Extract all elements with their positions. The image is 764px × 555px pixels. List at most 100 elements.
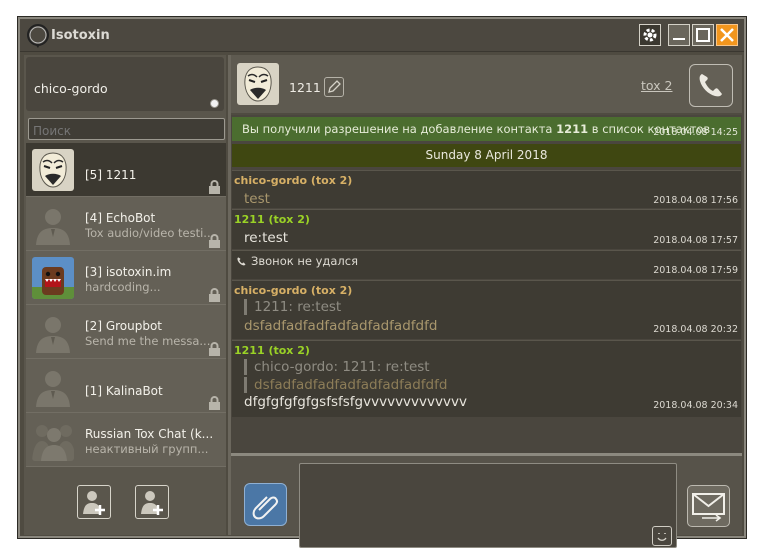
chat-contact-name: 1211 — [289, 80, 321, 95]
add-group-button[interactable] — [135, 485, 169, 519]
contact-status-text: Tox audio/video testi... — [85, 226, 215, 240]
chat-pane: 1211 tox 2 Вы получили разрешение на доб… — [231, 55, 744, 548]
message-text: dsfadfadfadfadfadfadfadfdfd — [244, 318, 438, 334]
avatar — [32, 149, 74, 191]
maximize-icon — [696, 28, 710, 42]
guy-fawkes-mask-icon — [32, 149, 74, 191]
minimize-button[interactable] — [668, 24, 690, 46]
message-author: chico-gordo (tox 2) — [234, 284, 353, 297]
call-event[interactable]: Звонок не удался 2018.04.08 17:59 — [232, 250, 741, 279]
message[interactable]: chico-gordo (tox 2) 1211: re:test dsfadf… — [232, 280, 741, 339]
contact-name: [4] EchoBot — [85, 211, 156, 225]
edit-name-button[interactable] — [324, 77, 344, 97]
message[interactable]: 1211 (tox 2) re:test 2018.04.08 17:57 — [232, 209, 741, 249]
settings-button[interactable] — [639, 24, 661, 46]
search-input[interactable] — [28, 118, 225, 140]
message-time: 2018.04.08 20:34 — [653, 400, 738, 411]
avatar — [32, 365, 74, 407]
send-envelope-icon — [692, 493, 725, 522]
avatar — [32, 311, 74, 353]
settings-gear-icon — [643, 28, 657, 42]
contact-status-text: неактивный групп... — [85, 442, 209, 456]
message-time: 2018.04.08 17:57 — [653, 235, 738, 246]
send-button[interactable] — [687, 485, 730, 527]
lock-icon — [209, 234, 220, 248]
app-logo-icon — [27, 24, 49, 48]
contact-name: [3] isotoxin.im — [85, 265, 172, 279]
chat-header: 1211 tox 2 — [231, 55, 742, 113]
message-author: 1211 (tox 2) — [234, 213, 310, 226]
message-text: test — [244, 191, 270, 207]
own-profile-name: chico-gordo — [34, 81, 108, 96]
maximize-button[interactable] — [692, 24, 714, 46]
date-separator: Sunday 8 April 2018 — [232, 144, 741, 167]
message-composer — [231, 456, 742, 548]
paperclip-icon — [252, 496, 279, 520]
minimize-icon — [673, 38, 685, 40]
protocol-link[interactable]: tox 2 — [641, 78, 673, 93]
contact-item[interactable]: [2] Groupbot Send me the messa... — [26, 305, 226, 359]
message[interactable]: chico-gordo (tox 2) test 2018.04.08 17:5… — [232, 170, 741, 208]
add-group-icon — [141, 491, 163, 515]
contact-list-pane: chico-gordo [5] 1211 — [24, 55, 226, 535]
default-user-icon — [36, 209, 70, 245]
close-icon — [720, 28, 734, 42]
call-button[interactable] — [689, 64, 733, 107]
message-text: re:test — [244, 230, 289, 246]
close-button[interactable] — [716, 24, 738, 46]
notice-text: Вы получили разрешение на добавление кон… — [242, 122, 557, 136]
attach-file-button[interactable] — [244, 483, 287, 526]
message-author: 1211 (tox 2) — [234, 344, 310, 357]
avatar — [32, 257, 74, 299]
message-author: chico-gordo (tox 2) — [234, 174, 353, 187]
online-status-indicator[interactable] — [210, 99, 219, 108]
message[interactable]: 1211 (tox 2) chico-gordo: 1211: re:test … — [232, 340, 741, 417]
contact-item[interactable]: [4] EchoBot Tox audio/video testi... — [26, 197, 226, 251]
group-icon — [32, 425, 74, 461]
contact-list: [5] 1211 [4] EchoBot Tox audio/video tes… — [26, 143, 226, 467]
app-window: Isotoxin chico-gordo Поиск [5] 1211 [4] … — [18, 17, 746, 548]
add-contact-button[interactable] — [77, 485, 111, 519]
message-time: 2018.04.08 20:32 — [653, 324, 738, 335]
avatar — [237, 63, 279, 105]
edit-pencil-icon — [328, 80, 341, 93]
contact-name: [5] 1211 — [85, 168, 137, 182]
default-user-icon — [36, 317, 70, 353]
own-profile[interactable]: chico-gordo — [26, 57, 224, 111]
contact-status-text: hardcoding... — [85, 280, 161, 294]
contact-name: [2] Groupbot — [85, 319, 163, 333]
avatar — [32, 419, 74, 461]
call-status-text: Звонок не удался — [251, 254, 358, 268]
contact-item[interactable]: [5] 1211 — [26, 143, 226, 197]
system-notice: Вы получили разрешение на добавление кон… — [232, 117, 741, 141]
lock-icon — [209, 180, 220, 194]
lock-icon — [209, 396, 220, 410]
contact-item[interactable]: [1] KalinaBot — [26, 359, 226, 413]
contact-item[interactable]: [3] isotoxin.im hardcoding... — [26, 251, 226, 305]
message-time: 2018.04.08 17:56 — [653, 195, 738, 206]
contact-status-text: Send me the messa... — [85, 334, 211, 348]
default-user-icon — [36, 371, 70, 407]
emoji-icon — [657, 533, 667, 541]
lock-icon — [209, 288, 220, 302]
contact-name: [1] KalinaBot — [85, 384, 163, 398]
message-time: 2018.04.08 14:25 — [653, 127, 738, 138]
phone-icon — [237, 257, 246, 266]
emoji-button[interactable] — [652, 526, 672, 546]
quoted-text: chico-gordo: 1211: re:test — [244, 359, 430, 375]
notice-contact: 1211 — [556, 122, 589, 136]
quoted-text: 1211: re:test — [244, 299, 341, 315]
message-time: 2018.04.08 17:59 — [653, 265, 738, 276]
contact-item[interactable]: Russian Tox Chat (k... неактивный групп.… — [26, 413, 226, 467]
message-text: dfgfgfgfgfgsfsfsfgvvvvvvvvvvvvv — [244, 394, 467, 410]
app-title: Isotoxin — [51, 28, 110, 43]
domo-kun-icon — [32, 257, 74, 299]
title-bar: Isotoxin — [20, 19, 744, 52]
phone-icon — [699, 74, 722, 97]
guy-fawkes-mask-icon — [237, 63, 279, 105]
message-history[interactable]: Вы получили разрешение на добавление кон… — [231, 115, 742, 455]
add-contact-icon — [83, 491, 105, 515]
lock-icon — [209, 342, 220, 356]
message-input[interactable] — [299, 463, 677, 548]
contact-actions-bar — [24, 476, 226, 535]
